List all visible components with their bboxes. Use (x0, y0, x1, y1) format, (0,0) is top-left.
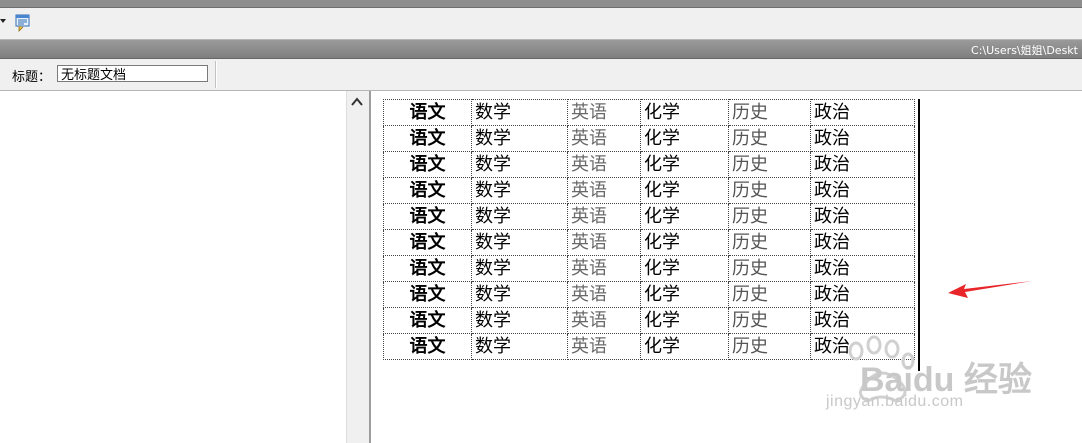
table-cell[interactable]: 化学 (640, 203, 729, 230)
vertical-scrollbar[interactable] (346, 91, 369, 443)
title-input[interactable] (57, 65, 208, 82)
table-cell[interactable]: 语文 (383, 203, 472, 230)
watermark-url: jingyan.baidu.com (826, 393, 964, 410)
table-cell[interactable]: 语文 (383, 125, 472, 152)
table-cell[interactable]: 化学 (640, 151, 729, 178)
table-cell[interactable]: 历史 (728, 229, 811, 256)
table-row[interactable]: 语文 数学 英语 化学 历史 政治 (383, 99, 915, 126)
table-cell[interactable]: 数学 (471, 99, 568, 126)
table-cell[interactable]: 化学 (640, 281, 729, 308)
table-cell[interactable]: 历史 (728, 203, 811, 230)
table-cell[interactable]: 政治 (810, 307, 915, 334)
window-top-strip (0, 0, 1082, 8)
table-cell[interactable]: 化学 (640, 255, 729, 282)
table-cell[interactable]: 数学 (471, 229, 568, 256)
text-cursor (918, 99, 920, 371)
table-cell[interactable]: 历史 (728, 255, 811, 282)
table-cell[interactable]: 语文 (383, 307, 472, 334)
table-cell[interactable]: 历史 (728, 151, 811, 178)
table-cell[interactable]: 英语 (567, 229, 641, 256)
table-cell[interactable]: 语文 (383, 229, 472, 256)
table-row[interactable]: 语文 数学 英语 化学 历史 政治 (383, 307, 915, 334)
table-cell[interactable]: 语文 (383, 333, 472, 360)
table-row[interactable]: 语文 数学 英语 化学 历史 政治 (383, 255, 915, 282)
table-cell[interactable]: 语文 (383, 177, 472, 204)
table-cell[interactable]: 历史 (728, 125, 811, 152)
table-cell[interactable]: 历史 (728, 99, 811, 126)
table-cell[interactable]: 数学 (471, 151, 568, 178)
table-cell[interactable]: 政治 (810, 151, 915, 178)
table-cell[interactable]: 英语 (567, 177, 641, 204)
table-row[interactable]: 语文 数学 英语 化学 历史 政治 (383, 151, 915, 178)
table-cell[interactable]: 英语 (567, 281, 641, 308)
table-cell[interactable]: 数学 (471, 281, 568, 308)
dropdown-arrow-icon[interactable] (0, 19, 6, 23)
table-cell[interactable]: 英语 (567, 99, 641, 126)
table-cell[interactable]: 政治 (810, 255, 915, 282)
table-cell[interactable]: 数学 (471, 125, 568, 152)
table-cell[interactable]: 化学 (640, 125, 729, 152)
table-cell[interactable]: 英语 (567, 255, 641, 282)
red-arrow-annotation (948, 281, 1032, 298)
table-cell[interactable]: 数学 (471, 307, 568, 334)
table-cell[interactable]: 语文 (383, 281, 472, 308)
table-cell[interactable]: 数学 (471, 177, 568, 204)
subjects-table[interactable]: 语文 数学 英语 化学 历史 政治 语文 数学 英语 化学 历史 政治 语文 数学 英语 化学 历史 政治 语文 数学… (383, 99, 915, 360)
document-view-icon[interactable] (15, 14, 32, 32)
table-cell[interactable]: 数学 (471, 255, 568, 282)
table-cell[interactable]: 英语 (567, 333, 641, 360)
table-cell[interactable]: 英语 (567, 151, 641, 178)
table-cell[interactable]: 英语 (567, 307, 641, 334)
table-row[interactable]: 语文 数学 英语 化学 历史 政治 (383, 281, 915, 308)
table-cell[interactable]: 政治 (810, 125, 915, 152)
table-cell[interactable]: 政治 (810, 177, 915, 204)
table-cell[interactable]: 政治 (810, 229, 915, 256)
file-path-bar: C:\Users\姐姐\Deskt (0, 40, 1082, 59)
table-cell[interactable]: 数学 (471, 203, 568, 230)
table-cell[interactable]: 化学 (640, 99, 729, 126)
table-cell[interactable]: 数学 (471, 333, 568, 360)
toolbar-divider (215, 61, 217, 88)
table-cell[interactable]: 语文 (383, 151, 472, 178)
table-cell[interactable]: 历史 (728, 307, 811, 334)
file-path-text: C:\Users\姐姐\Deskt (971, 44, 1078, 57)
table-cell[interactable]: 历史 (728, 281, 811, 308)
toolbar (0, 8, 1082, 40)
table-cell[interactable]: 历史 (728, 177, 811, 204)
table-cell[interactable]: 英语 (567, 203, 641, 230)
table-row[interactable]: 语文 数学 英语 化学 历史 政治 (383, 203, 915, 230)
title-label: 标题： (12, 70, 52, 85)
table-cell[interactable]: 英语 (567, 125, 641, 152)
table-cell[interactable]: 化学 (640, 333, 729, 360)
table-cell[interactable]: 政治 (810, 281, 915, 308)
table-cell[interactable]: 语文 (383, 99, 472, 126)
table-row[interactable]: 语文 数学 英语 化学 历史 政治 (383, 229, 915, 256)
table-cell[interactable]: 化学 (640, 229, 729, 256)
table-cell[interactable]: 化学 (640, 177, 729, 204)
table-row[interactable]: 语文 数学 英语 化学 历史 政治 (383, 125, 915, 152)
table-cell[interactable]: 历史 (728, 333, 811, 360)
table-row[interactable]: 语文 数学 英语 化学 历史 政治 (383, 177, 915, 204)
code-view-pane[interactable] (0, 91, 346, 443)
chevron-up-icon[interactable] (350, 96, 364, 108)
table-cell[interactable]: 政治 (810, 99, 915, 126)
table-cell[interactable]: 化学 (640, 307, 729, 334)
table-cell[interactable]: 政治 (810, 203, 915, 230)
table-cell[interactable]: 语文 (383, 255, 472, 282)
